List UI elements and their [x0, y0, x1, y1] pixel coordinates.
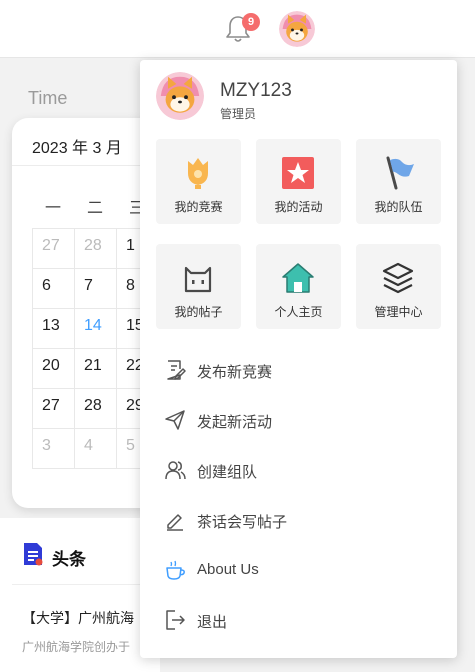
- profile-username: MZY123: [220, 80, 292, 101]
- calendar-day[interactable]: 7: [74, 268, 117, 309]
- tile-label: 我的竞赛: [174, 200, 223, 214]
- tile-label: 管理中心: [374, 305, 423, 319]
- user-dropdown-menu: MZY123 管理员 我的竞赛 我的活动 我的队伍 我的帖子 个人主页 管理中心…: [140, 60, 457, 658]
- menu-item-label: 茶话会写帖子: [197, 514, 288, 531]
- menu-item-label: 退出: [197, 614, 228, 631]
- menu-item-label: 创建组队: [197, 464, 258, 481]
- calendar-day[interactable]: 4: [74, 428, 117, 469]
- menu-item-label: 发布新竞赛: [197, 364, 273, 381]
- top-navbar: 9: [0, 0, 475, 58]
- logout-icon: [166, 610, 185, 630]
- profile-avatar: [156, 72, 204, 120]
- send-icon: [165, 410, 185, 430]
- user-avatar-button[interactable]: [279, 11, 315, 47]
- tile-label: 我的队伍: [374, 200, 423, 214]
- calendar-day[interactable]: 13: [32, 308, 75, 349]
- tile-label: 个人主页: [274, 305, 323, 319]
- divider: [12, 584, 160, 585]
- menu-item-create-team[interactable]: 创建组队: [156, 452, 441, 488]
- calendar-day[interactable]: 28: [74, 228, 117, 269]
- news-document-icon: [24, 543, 43, 566]
- edit-document-icon: [167, 360, 186, 380]
- layers-icon: [382, 262, 414, 294]
- flag-icon: [386, 156, 414, 190]
- news-headline-link[interactable]: 【大学】广州航海: [22, 608, 134, 628]
- trophy-icon: [188, 158, 208, 189]
- profile-role: 管理员: [220, 107, 257, 121]
- tile-personal-home[interactable]: 个人主页: [256, 244, 341, 329]
- menu-item-publish-competition[interactable]: 发布新竞赛: [156, 352, 441, 388]
- news-section-title: 头条: [52, 550, 86, 569]
- tile-my-competitions[interactable]: 我的竞赛: [156, 139, 241, 224]
- star-icon: [282, 157, 314, 189]
- post-icon: [184, 266, 212, 293]
- tile-my-teams[interactable]: 我的队伍: [356, 139, 441, 224]
- coffee-cup-icon: [166, 560, 185, 580]
- calendar-day[interactable]: 21: [74, 348, 117, 389]
- tile-my-activities[interactable]: 我的活动: [256, 139, 341, 224]
- calendar-day[interactable]: 20: [32, 348, 75, 389]
- weekday-label: 二: [86, 200, 103, 217]
- news-snippet: 广州航海学院创办于: [22, 640, 131, 654]
- pen-icon: [167, 514, 183, 531]
- tile-admin-center[interactable]: 管理中心: [356, 244, 441, 329]
- menu-item-about-us[interactable]: About Us: [156, 552, 441, 588]
- headline-news-panel: 头条 【大学】广州航海 广州航海学院创办于: [0, 518, 160, 672]
- menu-item-label: About Us: [197, 561, 259, 578]
- tile-my-posts[interactable]: 我的帖子: [156, 244, 241, 329]
- calendar-day-today[interactable]: 14: [74, 308, 117, 349]
- menu-item-label: 发起新活动: [197, 414, 273, 431]
- users-icon: [165, 461, 186, 480]
- calendar-day[interactable]: 28: [74, 388, 117, 429]
- calendar-day[interactable]: 27: [32, 388, 75, 429]
- weekday-label: 一: [44, 200, 61, 217]
- menu-item-logout[interactable]: 退出: [156, 602, 441, 638]
- notification-badge: 9: [242, 13, 260, 31]
- calendar-day[interactable]: 6: [32, 268, 75, 309]
- menu-item-start-activity[interactable]: 发起新活动: [156, 402, 441, 438]
- tile-label: 我的帖子: [174, 305, 223, 319]
- home-icon: [282, 263, 314, 293]
- time-section-label: Time: [28, 88, 68, 108]
- calendar-day[interactable]: 3: [32, 428, 75, 469]
- tile-label: 我的活动: [274, 200, 323, 214]
- menu-item-write-post[interactable]: 茶话会写帖子: [156, 502, 441, 538]
- calendar-day[interactable]: 27: [32, 228, 75, 269]
